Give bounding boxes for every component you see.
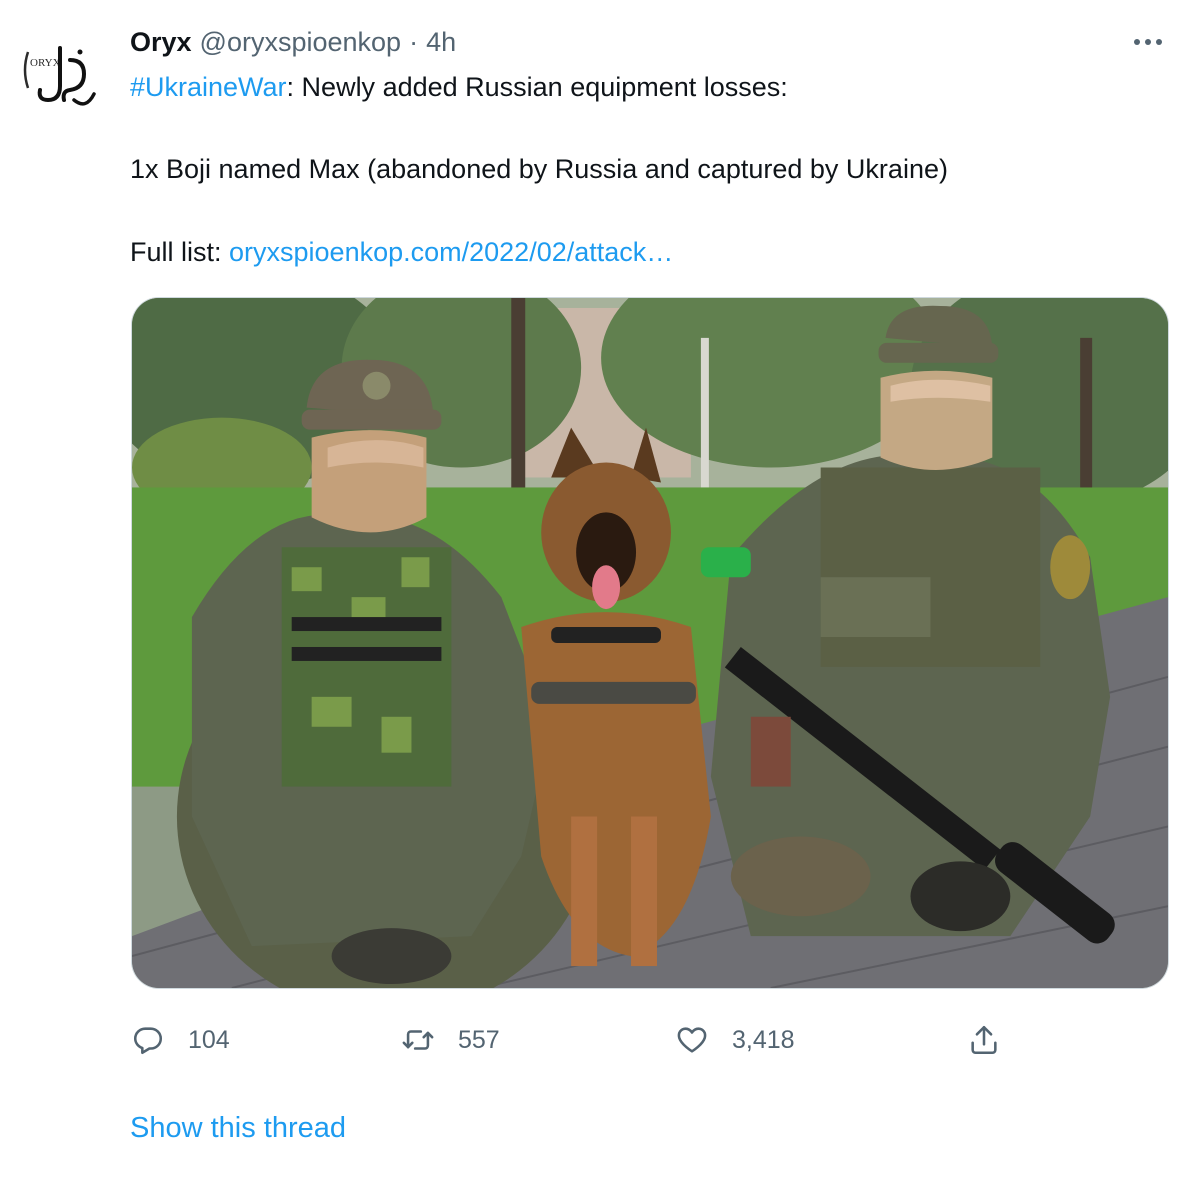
reply-icon — [130, 1022, 166, 1058]
retweet-icon — [400, 1022, 436, 1058]
tweet-text: : Newly added Russian equipment losses: — [286, 72, 788, 102]
hashtag-link[interactable]: #UkraineWar — [130, 72, 287, 102]
tweet-actions: 104 557 3,418 — [0, 1015, 1200, 1065]
oryx-logo-icon: ORYX — [14, 30, 104, 120]
tweet-text-line-1: #UkraineWar: Newly added Russian equipme… — [130, 69, 788, 105]
reply-button[interactable]: 104 — [130, 1015, 230, 1065]
tweet-text-line-2: 1x Boji named Max (abandoned by Russia a… — [130, 154, 948, 184]
avatar[interactable]: ORYX — [14, 30, 104, 120]
retweet-button[interactable]: 557 — [400, 1015, 500, 1065]
tweet-text-line-3: Full list: oryxspioenkop.com/2022/02/att… — [130, 234, 673, 270]
show-thread-link[interactable]: Show this thread — [130, 1112, 346, 1145]
photo-soldiers-with-dog — [132, 298, 1168, 988]
like-count: 3,418 — [732, 1025, 795, 1054]
tweet[interactable]: ORYX Oryx @oryxspioenkop · 4h #UkraineWa… — [0, 0, 1200, 1177]
full-list-label: Full list: — [130, 237, 230, 267]
retweet-count: 557 — [458, 1025, 500, 1054]
more-horizontal-icon — [1134, 39, 1162, 45]
svg-text:ORYX: ORYX — [30, 57, 61, 69]
heart-icon — [674, 1022, 710, 1058]
reply-count: 104 — [188, 1025, 230, 1054]
tweet-header: Oryx @oryxspioenkop · 4h — [130, 22, 456, 62]
user-handle[interactable]: @oryxspioenkop — [200, 27, 402, 58]
like-button[interactable]: 3,418 — [674, 1015, 795, 1065]
timestamp[interactable]: 4h — [426, 27, 456, 58]
article-link[interactable]: oryxspioenkop.com/2022/02/attack… — [229, 237, 673, 267]
share-icon — [966, 1022, 1002, 1058]
more-options-button[interactable] — [1128, 28, 1168, 56]
display-name[interactable]: Oryx — [130, 27, 192, 58]
tweet-photo[interactable] — [131, 297, 1169, 989]
separator-dot: · — [409, 26, 419, 57]
share-button[interactable] — [966, 1015, 1002, 1065]
